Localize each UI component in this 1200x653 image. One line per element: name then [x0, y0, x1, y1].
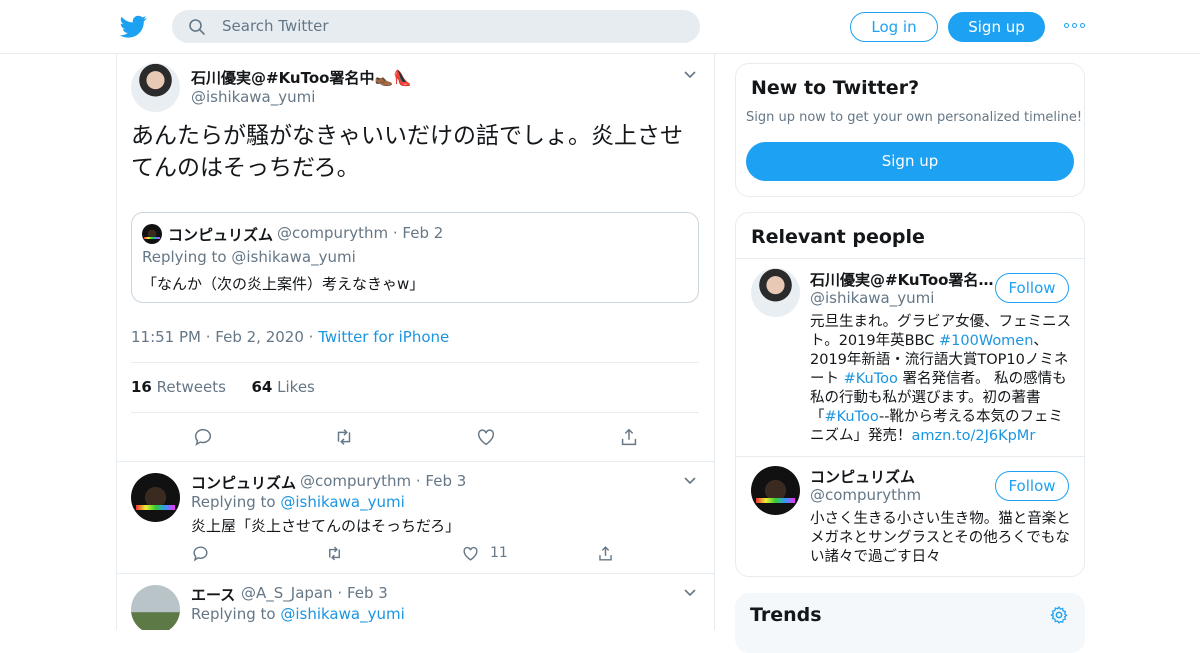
- follow-button[interactable]: Follow: [995, 273, 1069, 303]
- likes-label[interactable]: Likes: [277, 378, 315, 396]
- avatar[interactable]: [751, 268, 800, 317]
- person-bio: 小さく生きる小さい生き物。猫と音楽とメガネとサングラスとその他ろくでもない諸々で…: [810, 511, 1071, 565]
- signup-button[interactable]: Sign up: [948, 12, 1045, 42]
- sidebar-signup-button[interactable]: Sign up: [746, 142, 1074, 181]
- retweets-label[interactable]: Retweets: [157, 378, 226, 396]
- quoted-text: 「なんか（次の炎上案件）考えなきゃw」: [142, 275, 425, 293]
- relevant-people-card: Relevant people 石川優実@#KuToo署名… @ishikawa…: [735, 212, 1085, 577]
- divider: [736, 456, 1084, 457]
- divider: [131, 412, 699, 413]
- timeline: 石川優実@#KuToo署名中👞👠 @ishikawa_yumi あんたらが騒がな…: [116, 54, 715, 630]
- hashtag-link[interactable]: #KuToo: [825, 409, 880, 425]
- tweet-source[interactable]: Twitter for iPhone: [318, 328, 449, 346]
- reply-author-meta: @compurythm · Feb 3: [300, 472, 467, 490]
- like-icon[interactable]: [461, 544, 480, 563]
- reply-author-handle[interactable]: @compurythm: [300, 472, 411, 490]
- reply-icon[interactable]: [192, 426, 214, 448]
- new-to-twitter-subtitle: Sign up now to get your own personalized…: [746, 110, 1083, 125]
- reply-date[interactable]: Feb 3: [347, 584, 388, 602]
- tweet-text: あんたらが騒がなきゃいいだけの話でしょ。炎上させてんのはそっちだろ。: [131, 123, 683, 181]
- bio-link[interactable]: amzn.to/2J6KpMr: [912, 428, 1036, 444]
- reply-like-count[interactable]: 11: [490, 545, 508, 561]
- chevron-down-icon[interactable]: [684, 477, 696, 485]
- divider: [131, 362, 699, 363]
- search-input[interactable]: Search Twitter: [222, 17, 329, 35]
- quoted-replying-to: Replying to @ishikawa_yumi: [142, 248, 356, 266]
- hashtag-link[interactable]: #KuToo: [844, 371, 898, 387]
- top-bar: Search Twitter Log in Sign up: [0, 0, 1200, 54]
- reply-tweet[interactable]: エース @A_S_Japan · Feb 3 Replying to @ishi…: [117, 573, 714, 630]
- reply-author-name[interactable]: エース: [191, 584, 235, 605]
- quoted-date: Feb 2: [402, 224, 444, 242]
- reply-replying-to: Replying to @ishikawa_yumi: [191, 605, 405, 623]
- retweets-count[interactable]: 16: [131, 378, 152, 396]
- follow-button[interactable]: Follow: [995, 471, 1069, 501]
- reply-tweet[interactable]: コンピュリズム @compurythm · Feb 3 Replying to …: [117, 461, 714, 573]
- relevant-people-title: Relevant people: [751, 226, 925, 248]
- search-box[interactable]: Search Twitter: [172, 10, 700, 43]
- person-name[interactable]: コンピュリズム: [810, 466, 915, 487]
- share-icon[interactable]: [596, 544, 615, 563]
- trends-title: Trends: [750, 604, 822, 626]
- avatar[interactable]: [131, 585, 180, 630]
- login-button[interactable]: Log in: [850, 12, 938, 42]
- quoted-author-handle: @compurythm: [277, 224, 389, 242]
- reply-replying-to: Replying to @ishikawa_yumi: [191, 493, 405, 511]
- person-handle[interactable]: @compurythm: [810, 486, 921, 504]
- hashtag-link[interactable]: #100Women: [939, 333, 1033, 349]
- reply-text: 炎上屋「炎上させてんのはそっちだろ」: [191, 517, 461, 535]
- divider: [736, 258, 1084, 259]
- search-icon: [189, 19, 205, 35]
- tweet-author-name[interactable]: 石川優実@#KuToo署名中👞👠: [191, 67, 412, 88]
- tweet-time[interactable]: 11:51 PM: [131, 328, 201, 346]
- person-handle[interactable]: @ishikawa_yumi: [810, 289, 934, 307]
- engagement-counts: 16 Retweets 64 Likes: [131, 378, 315, 396]
- avatar[interactable]: [131, 473, 180, 522]
- retweet-icon[interactable]: [333, 426, 355, 448]
- retweet-icon[interactable]: [325, 544, 344, 563]
- reply-author-meta: @A_S_Japan · Feb 3: [241, 584, 388, 602]
- share-icon[interactable]: [618, 426, 640, 448]
- person-name[interactable]: 石川優実@#KuToo署名…: [810, 269, 993, 290]
- avatar[interactable]: [751, 466, 800, 515]
- person-bio: 元旦生まれ。グラビア女優、フェミニスト。2019年英BBC #100Women、…: [810, 314, 1072, 444]
- chevron-down-icon[interactable]: [684, 71, 696, 79]
- likes-count[interactable]: 64: [252, 378, 273, 396]
- chevron-down-icon[interactable]: [684, 589, 696, 597]
- gear-icon[interactable]: [1049, 605, 1069, 625]
- reply-date[interactable]: Feb 3: [425, 472, 466, 490]
- new-to-twitter-card: New to Twitter? Sign up now to get your …: [735, 63, 1085, 197]
- twitter-bird-icon[interactable]: [120, 13, 147, 40]
- reply-author-handle[interactable]: @A_S_Japan: [241, 584, 333, 602]
- reply-author-name[interactable]: コンピュリズム: [191, 472, 296, 493]
- quoted-tweet[interactable]: コンピュリズム @compurythm · Feb 2 Replying to …: [131, 212, 699, 303]
- avatar[interactable]: [131, 63, 180, 112]
- tweet-timestamp: 11:51 PM · Feb 2, 2020 · Twitter for iPh…: [131, 328, 450, 346]
- quoted-author-meta: @compurythm · Feb 2: [277, 224, 444, 242]
- trends-card: Trends: [735, 593, 1085, 653]
- tweet-date[interactable]: Feb 2, 2020: [215, 328, 304, 346]
- more-icon[interactable]: [1064, 19, 1086, 33]
- reply-icon[interactable]: [191, 544, 210, 563]
- tweet-author-handle[interactable]: @ishikawa_yumi: [191, 88, 315, 106]
- like-icon[interactable]: [475, 426, 497, 448]
- avatar: [142, 224, 162, 244]
- quoted-author-name: コンピュリズム: [168, 226, 274, 244]
- new-to-twitter-title: New to Twitter?: [751, 77, 920, 99]
